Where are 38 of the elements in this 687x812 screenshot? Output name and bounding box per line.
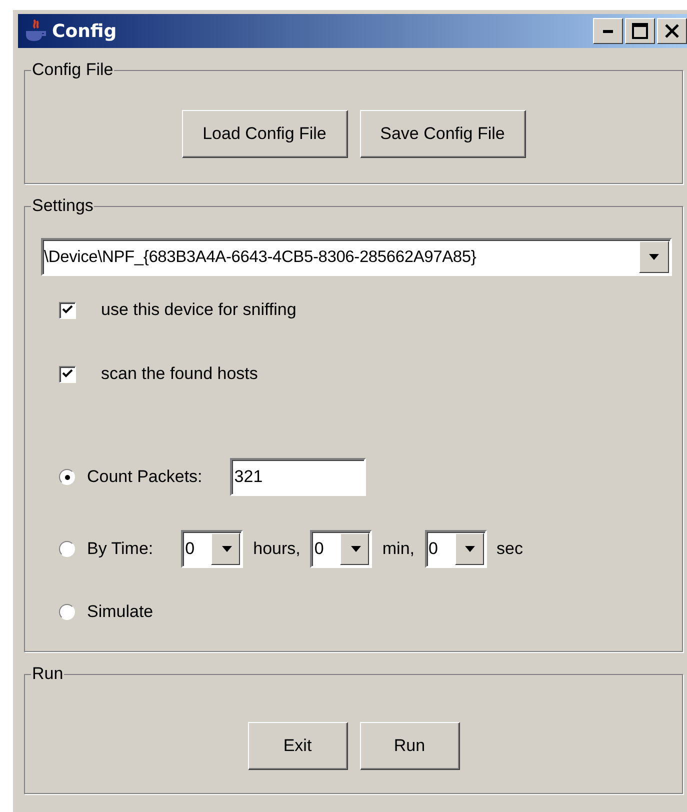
dropdown-arrow-icon xyxy=(222,546,232,552)
group-title: Run xyxy=(31,664,64,684)
time-unit-label: sec xyxy=(496,539,523,559)
minimize-icon xyxy=(603,30,613,32)
dropdown-arrow-icon xyxy=(350,546,361,552)
maximize-icon xyxy=(632,23,648,39)
dropdown-arrow-icon xyxy=(465,546,475,552)
checkbox-label: use this device for sniffing xyxy=(101,300,296,320)
radio-label: Count Packets: xyxy=(87,467,202,487)
time-dropdown[interactable]: 0 xyxy=(181,530,244,568)
checkbox[interactable] xyxy=(59,302,76,318)
packet-count-field[interactable]: 321 xyxy=(230,458,366,496)
checkbox[interactable] xyxy=(59,366,76,382)
config-file-button[interactable]: Load Config File xyxy=(182,110,348,158)
radio-button[interactable] xyxy=(59,541,75,557)
group-title: Settings xyxy=(31,196,94,216)
minimize-button[interactable] xyxy=(593,18,623,44)
time-unit-label: min, xyxy=(382,539,414,559)
run-group-button[interactable]: Exit xyxy=(248,722,348,770)
radio-button[interactable] xyxy=(59,469,75,485)
time-dropdown[interactable]: 0 xyxy=(424,530,486,568)
time-unit-label: hours, xyxy=(253,539,300,559)
config-file-button[interactable]: Save Config File xyxy=(360,110,526,158)
maximize-button[interactable] xyxy=(625,18,655,44)
close-icon xyxy=(665,24,679,38)
checkmark-icon xyxy=(62,305,73,315)
radio-label: Simulate xyxy=(87,602,154,622)
time-dropdown[interactable]: 0 xyxy=(310,530,372,568)
dropdown-arrow-icon xyxy=(649,254,659,260)
close-button[interactable] xyxy=(657,18,687,44)
checkbox-label: scan the found hosts xyxy=(101,364,258,384)
group-title: Config File xyxy=(31,60,114,80)
radio-label: By Time: xyxy=(87,539,154,559)
device-dropdown[interactable]: \Device\NPF_{683B3A4A-6643-4CB5-8306-285662A97A85} xyxy=(41,238,672,276)
run-group-button[interactable]: Run xyxy=(360,722,460,770)
checkmark-icon xyxy=(62,369,73,379)
window-title: Config xyxy=(52,20,118,42)
radio-button[interactable] xyxy=(59,604,75,620)
